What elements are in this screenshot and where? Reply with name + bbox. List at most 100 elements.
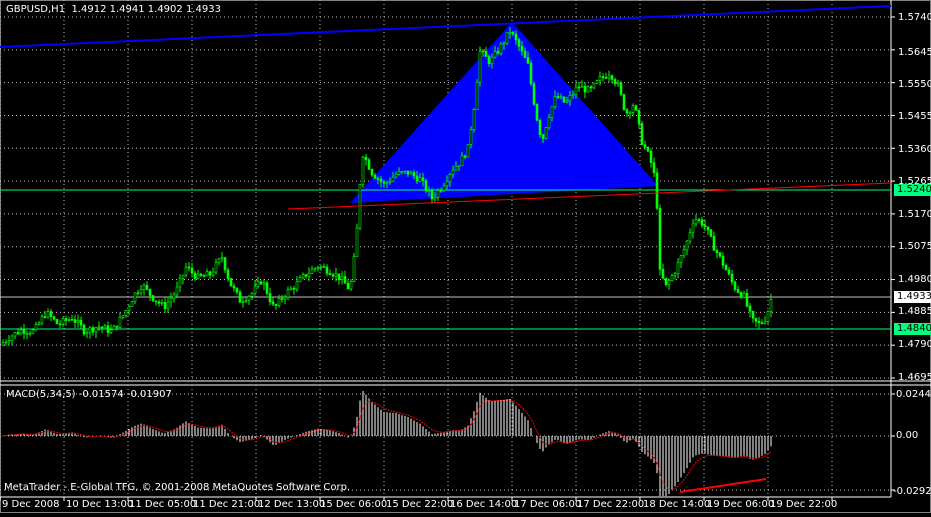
- candle-body: [746, 293, 748, 306]
- candle-body: [509, 32, 511, 33]
- macd-bar: [84, 436, 85, 437]
- macd-bar: [357, 417, 358, 436]
- price-chart[interactable]: [0, 0, 931, 513]
- macd-bar: [492, 401, 493, 436]
- macd-divergence-line[interactable]: [680, 479, 766, 492]
- candle-body: [56, 319, 58, 324]
- candle-body: [734, 282, 736, 290]
- macd-bar: [681, 436, 682, 477]
- macd-bar: [594, 436, 595, 438]
- macd-bar: [753, 436, 754, 460]
- candle-body: [725, 265, 727, 270]
- candle-body: [485, 51, 487, 56]
- macd-bar: [558, 436, 559, 440]
- candle-body: [590, 87, 592, 88]
- macd-bar: [408, 417, 409, 436]
- macd-bar: [579, 436, 580, 439]
- candle-body: [641, 124, 643, 145]
- macd-bar: [477, 402, 478, 436]
- candle-body: [302, 275, 304, 278]
- macd-bar: [633, 436, 634, 439]
- macd-bar: [498, 401, 499, 436]
- macd-bar: [78, 435, 79, 436]
- candle-body: [536, 104, 538, 120]
- candle-body: [113, 326, 115, 330]
- macd-bar: [375, 405, 376, 436]
- candle-body: [446, 181, 448, 186]
- candle-body: [686, 241, 688, 250]
- macd-bar: [678, 436, 679, 482]
- candle-body: [569, 95, 571, 100]
- macd-bar: [282, 436, 283, 441]
- macd-bar: [738, 436, 739, 457]
- macd-bar: [765, 436, 766, 454]
- macd-bar: [708, 436, 709, 454]
- candle-body: [44, 317, 46, 318]
- candle-body: [518, 40, 520, 47]
- candle-body: [677, 263, 679, 274]
- macd-bar: [405, 416, 406, 436]
- macd-bar: [63, 434, 64, 436]
- candle-body: [179, 278, 181, 287]
- price-tick-4: 1.5360: [898, 144, 931, 156]
- candle-body: [593, 83, 595, 88]
- macd-bar: [270, 436, 271, 442]
- label-upper-line: 1.5240: [894, 184, 931, 196]
- time-label-12: 19 Dec 22:00: [770, 499, 837, 511]
- candle-body: [464, 156, 466, 157]
- candle-body: [488, 57, 490, 64]
- macd-bar: [522, 413, 523, 436]
- candle-body: [671, 276, 673, 281]
- macd-bar: [183, 423, 184, 436]
- macd-tick-top: 0.02441: [896, 389, 931, 401]
- candle-body: [77, 320, 79, 322]
- macd-bar: [639, 436, 640, 447]
- macd-bar: [510, 399, 511, 436]
- candle-body: [716, 250, 718, 252]
- macd-bar: [234, 436, 235, 438]
- macd-bar: [297, 435, 298, 436]
- candle-body: [389, 181, 391, 182]
- macd-bar: [618, 434, 619, 436]
- candle-body: [608, 76, 610, 78]
- macd-bar: [663, 436, 664, 496]
- candle-body: [251, 293, 253, 296]
- macd-bar: [135, 426, 136, 436]
- candle-body: [299, 278, 301, 282]
- candle-body: [119, 317, 121, 327]
- time-label-10: 18 Dec 14:00: [643, 499, 710, 511]
- macd-bar: [156, 430, 157, 436]
- candle-body: [95, 327, 97, 331]
- macd-bar: [207, 428, 208, 436]
- macd-bar: [339, 433, 340, 436]
- candle-body: [629, 112, 631, 113]
- candle-body: [674, 274, 676, 276]
- metatrader-chart-window[interactable]: GBPUSD,H1 1.4912 1.4941 1.4902 1.4933 1.…: [0, 0, 931, 513]
- macd-bar: [225, 429, 226, 436]
- candle-body: [515, 34, 517, 40]
- macd-bar: [660, 436, 661, 496]
- candle-body: [473, 110, 475, 130]
- price-tick-1: 1.5645: [898, 47, 931, 59]
- candle-body: [323, 266, 325, 267]
- macd-bar: [426, 429, 427, 436]
- candle-body: [191, 268, 193, 273]
- candle-body: [182, 275, 184, 278]
- macd-bar: [285, 436, 286, 440]
- macd-bar: [573, 436, 574, 442]
- candle-body: [296, 282, 298, 289]
- time-label-5: 15 Dec 06:00: [320, 499, 387, 511]
- candle-body: [143, 285, 145, 289]
- candle-body: [683, 250, 685, 256]
- macd-bar: [657, 436, 658, 473]
- macd-bar: [288, 436, 289, 439]
- macd-bar: [687, 436, 688, 468]
- macd-bar: [504, 400, 505, 436]
- macd-bar: [459, 430, 460, 436]
- macd-bar: [54, 433, 55, 436]
- macd-bar: [672, 436, 673, 490]
- candle-body: [89, 328, 91, 333]
- candle-body: [599, 77, 601, 81]
- candle-body: [80, 320, 82, 325]
- macd-bar: [432, 434, 433, 436]
